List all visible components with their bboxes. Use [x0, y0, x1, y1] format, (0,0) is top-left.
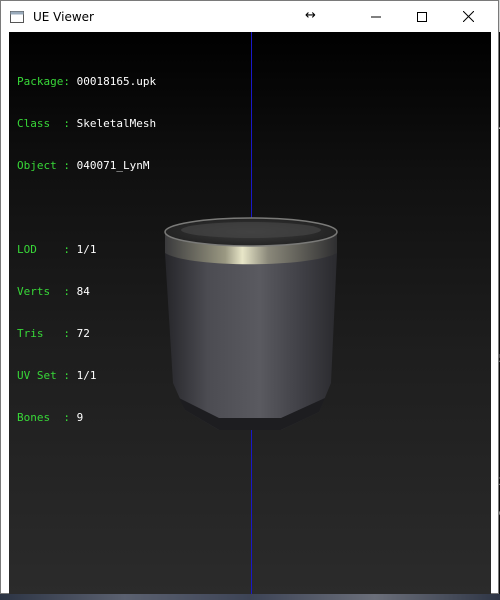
class-label: Class : — [17, 117, 77, 130]
verts-value: 84 — [76, 285, 90, 298]
mesh-info-panel: Package: 00018165.upk Class : SkeletalMe… — [17, 47, 156, 453]
window-title: UE Viewer — [33, 9, 94, 24]
window-icon[interactable] — [9, 9, 25, 25]
verts-label: Verts : — [17, 285, 77, 298]
class-value: SkeletalMesh — [76, 117, 157, 130]
close-icon — [462, 11, 474, 22]
tris-value: 72 — [76, 327, 90, 340]
mesh-viewport[interactable]: Package: 00018165.upk Class : SkeletalMe… — [9, 32, 491, 594]
tris-label: Tris : — [17, 327, 77, 340]
object-label: Object : — [17, 159, 77, 172]
uvset-label: UV Set : — [17, 369, 77, 382]
title-bar[interactable]: UE Viewer ↔ — [1, 1, 498, 32]
minimize-button[interactable] — [353, 1, 399, 32]
bones-value: 9 — [76, 411, 84, 424]
mesh-model — [164, 217, 338, 430]
ue-viewer-window: UE Viewer ↔ Package: 00018165.upk Class … — [0, 0, 499, 594]
bones-label: Bones : — [17, 411, 77, 424]
minimize-icon — [371, 16, 381, 17]
package-value: 00018165.upk — [76, 75, 157, 88]
lod-value: 1/1 — [76, 243, 97, 256]
package-label: Package: — [17, 75, 77, 88]
object-value: 040071_LynM — [76, 159, 150, 172]
taskbar-edge — [0, 594, 500, 600]
close-button[interactable] — [445, 1, 491, 32]
resize-arrows-icon: ↔ — [305, 8, 316, 23]
maximize-button[interactable] — [399, 1, 445, 32]
lod-label: LOD : — [17, 243, 77, 256]
uvset-value: 1/1 — [76, 369, 97, 382]
maximize-icon — [417, 11, 427, 22]
